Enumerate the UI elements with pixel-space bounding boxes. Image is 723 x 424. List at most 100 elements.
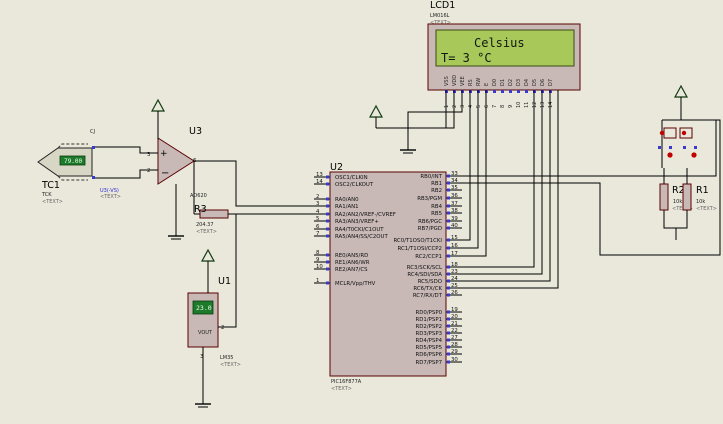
mcu-right-pin-name: RB6/PGC [418, 219, 442, 225]
resistor-r1[interactable]: R1 10k <TEXT> [682, 183, 717, 212]
mcu-right-pin-dot [447, 293, 450, 297]
mcu-right-pin-dot [447, 174, 450, 178]
mcu-right-pin-number: 18 [451, 262, 458, 268]
lcd-pin-label: D5 [532, 79, 538, 86]
r1-text-tag: <TEXT> [696, 206, 717, 212]
mcu-left-pin-dot [326, 267, 329, 271]
lcd-module[interactable]: LCD1 LM016L <TEXT> Celsius T= 3 °C VSS1V… [427, 0, 581, 108]
thermocouple-text-tag: <TEXT> [42, 199, 63, 205]
mcu-right-pin-number: 25 [451, 283, 458, 289]
mcu-right-pin-number: 24 [451, 276, 458, 282]
r1-body [682, 183, 692, 211]
mcu-right-pin-number: 36 [451, 193, 458, 199]
mcu-left-pin-number: 8 [316, 250, 320, 256]
mcu-left-pin-name: RA0/AN0 [335, 197, 359, 203]
r1-ref: R1 [696, 185, 709, 196]
mcu-right-pin-number: 16 [451, 243, 458, 249]
mcu-right-pin-dot [447, 331, 450, 335]
sensor-lm35[interactable]: 23.0 VOUT U1 2 3 LM35 <TEXT> [187, 276, 241, 368]
lcd-pin-label: D1 [500, 79, 506, 86]
push-button-2[interactable] [679, 127, 697, 158]
mcu-right-pin-name: RC2/CCP1 [415, 254, 442, 260]
mcu-right-pin-dot [447, 345, 450, 349]
lcd-pin-dot [501, 90, 504, 93]
ground-lm35-icon [195, 347, 211, 408]
lcd-pin-number: 2 [452, 105, 458, 108]
amplifier-text-tag: <TEXT> [100, 194, 121, 200]
lcd-pin-label: VSS [444, 76, 450, 86]
ground-amp-icon [168, 184, 184, 240]
schematic-canvas[interactable]: LCD1 LM016L <TEXT> Celsius T= 3 °C VSS 1 V… [0, 0, 723, 424]
power-arrow-lcd [368, 104, 384, 128]
mcu-right-pin-name: RC1/T1OSI/CCP2 [398, 246, 443, 252]
r3-text-tag: <TEXT> [196, 229, 217, 235]
power-arrow-amp [150, 98, 166, 140]
lcd-pin-dot [525, 90, 528, 93]
mcu-right-pin-dot [447, 211, 450, 215]
mcu-pic16f877a[interactable]: U2 13 OSC1/CLKIN14 OSC2/CLKOUT2 RA0/AN03 RA1… [314, 162, 462, 392]
mcu-left-pin-dot [326, 260, 329, 264]
lcd-line-1: Celsius [474, 36, 525, 50]
mcu-left-pin-number: 14 [316, 179, 323, 185]
lcd-line-2: T= 3 °C [441, 51, 492, 65]
mcu-right-pin-name: RB3/PGM [417, 196, 442, 202]
lcd-pin-label: D2 [508, 79, 514, 86]
mcu-left-pin-dot [326, 219, 329, 223]
mcu-right-pin-name: RD7/PSP7 [416, 360, 443, 366]
lcd-pin-label: D3 [516, 79, 522, 86]
mcu-right-pin-dot [447, 188, 450, 192]
mcu-left-pin-number: 13 [316, 172, 323, 178]
mcu-right-pin-dot [447, 254, 450, 258]
mcu-right-pin-name: RD2/PSP2 [416, 324, 443, 330]
mcu-left-pin-name: RA1/AN1 [335, 204, 359, 210]
resistor-r3[interactable]: R3 204.37 <TEXT> [194, 204, 229, 235]
mcu-right-pin-name: RD0/PSP0 [416, 310, 443, 316]
mcu-right-pin-dot [447, 246, 450, 250]
power-arrow-buttons [673, 84, 689, 120]
mcu-right-pin-name: RC5/SDO [418, 279, 442, 285]
amplifier-ref: U3 [189, 126, 202, 137]
lm35-part: LM35 [220, 355, 233, 361]
mcu-right-pin-number: 38 [451, 208, 458, 214]
mcu-right-pin-number: 20 [451, 314, 458, 320]
mcu-right-pin-dot [447, 352, 450, 356]
mcu-text-tag: <TEXT> [331, 386, 352, 392]
mcu-left-pin-number: 5 [316, 216, 319, 222]
mcu-left-pin-dot [326, 197, 329, 201]
mcu-right-pin-dot [447, 204, 450, 208]
mcu-left-pin-name: RE1/AN6/WR [335, 260, 370, 266]
mcu-left-pin-dot [326, 204, 329, 208]
thermocouple-part: TCK [41, 192, 52, 198]
lcd-pin-label: D4 [524, 79, 530, 86]
mcu-left-pin-number: 6 [316, 224, 320, 230]
r3-ref: R3 [194, 204, 207, 215]
amplifier-pin-minus: 2 [147, 168, 150, 174]
lcd-pin-label: D0 [492, 79, 498, 86]
mcu-right-pin-name: RB2 [431, 188, 442, 194]
lcd-pin-dot [509, 90, 512, 93]
amplifier-ad620[interactable]: + − 3 2 6 U3 AD620 <TEXT> U3(-VS) [100, 126, 207, 200]
r3-value: 204.37 [196, 222, 214, 228]
mcu-right-pin-dot [447, 272, 450, 276]
mcu-right-pin-name: RD3/PSP3 [416, 331, 443, 337]
ground-lcd-icon [400, 138, 416, 154]
lcd-pin-number: 6 [484, 105, 490, 108]
mcu-left-pin-number: 9 [316, 257, 320, 263]
mcu-right-pin-number: 34 [451, 178, 458, 184]
mcu-right-pin-name: RB0/INT [420, 174, 442, 180]
lm35-pin-vout: 2 [221, 325, 224, 331]
mcu-right-pin-name: RD1/PSP1 [416, 317, 443, 323]
mcu-left-pin-dot [326, 227, 329, 231]
mcu-right-pin-dot [447, 265, 450, 269]
push-button-1[interactable] [658, 120, 677, 168]
lcd-pin-number: 11 [524, 102, 530, 108]
amplifier-minus-sign: − [161, 168, 169, 179]
mcu-right-pin-name: RB4 [431, 204, 442, 210]
lcd-pin-number: 9 [508, 105, 514, 108]
mcu-right-pin-dot [447, 310, 450, 314]
mcu-right-pin-name: RB7/PGD [418, 226, 442, 232]
lcd-pin-label: RW [476, 78, 482, 86]
amplifier-net-label: U3(-VS) [100, 188, 119, 194]
thermocouple-tc1[interactable]: 79.00 CJ TC1 TCK <TEXT> [37, 129, 95, 205]
mcu-right-pin-name: RC4/SDI/SDA [407, 272, 442, 278]
